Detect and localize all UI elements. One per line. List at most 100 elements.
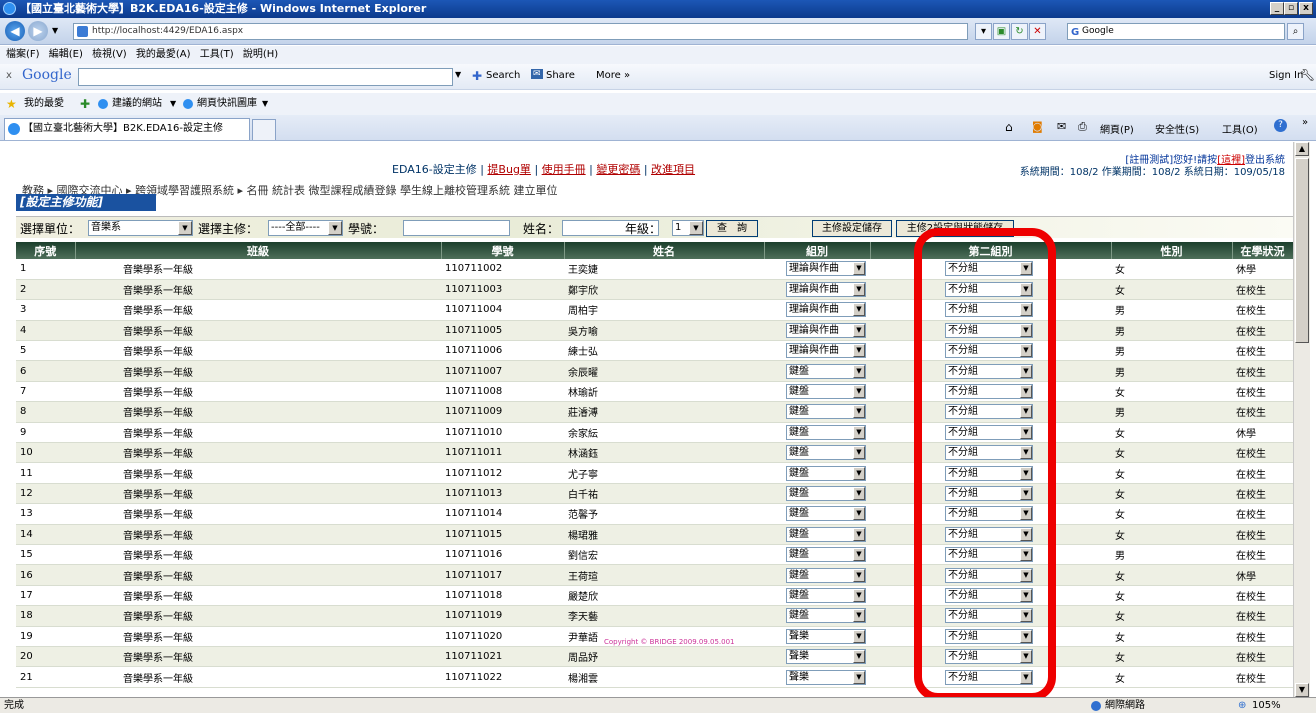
refresh-icon[interactable]: ↻: [1011, 23, 1028, 40]
student-id-input[interactable]: [403, 220, 510, 236]
group-select[interactable]: 鍵盤 ▼: [786, 608, 866, 624]
group-select[interactable]: 聲樂 ▼: [786, 649, 866, 665]
toolbar-close-icon[interactable]: x: [6, 70, 12, 81]
unit-select[interactable]: 音樂系 ▼: [88, 220, 193, 236]
menu-tools[interactable]: 工具(T): [200, 46, 234, 64]
vertical-scrollbar[interactable]: ▲ ▼: [1293, 142, 1310, 697]
home-icon[interactable]: ⌂: [1005, 120, 1013, 134]
web-slice-gallery-link[interactable]: 網頁快訊圖庫: [197, 93, 257, 115]
group-select[interactable]: 鍵盤 ▼: [786, 567, 866, 583]
cell-seq: 6: [16, 360, 75, 382]
menu-view[interactable]: 檢視(V): [92, 46, 127, 64]
forward-arrow-icon[interactable]: ▶: [28, 21, 48, 41]
menu-help[interactable]: 說明(H): [243, 46, 278, 64]
group-select[interactable]: 鍵盤 ▼: [786, 404, 866, 420]
group-select[interactable]: 鍵盤 ▼: [786, 384, 866, 400]
col-header-gender[interactable]: 性別: [1111, 242, 1233, 259]
back-arrow-icon[interactable]: ◀: [5, 21, 25, 41]
group-select[interactable]: 鍵盤 ▼: [786, 485, 866, 501]
group-select[interactable]: 理論與作曲 ▼: [786, 302, 866, 318]
group-select[interactable]: 聲樂 ▼: [786, 628, 866, 644]
chevron-down-icon: ▼: [853, 507, 865, 521]
close-button[interactable]: x: [1299, 2, 1313, 15]
wrench-icon[interactable]: 🔧︎: [1300, 68, 1315, 82]
compat-view-icon[interactable]: ▣: [993, 23, 1010, 40]
group-select[interactable]: 鍵盤 ▼: [786, 465, 866, 481]
table-body: 1 音樂學系一年級 110711002 王奕婕 理論與作曲 ▼ 不分組 ▼ 女休學 2 音樂學系一年…: [16, 259, 1293, 688]
group-select[interactable]: 鍵盤 ▼: [786, 506, 866, 522]
google-search-input[interactable]: [78, 68, 453, 86]
bug-report-link[interactable]: 提Bug單: [487, 163, 531, 176]
group-select[interactable]: 理論與作曲 ▼: [786, 261, 866, 277]
chevron-more-icon[interactable]: »: [1302, 117, 1308, 128]
col-header-group[interactable]: 組別: [764, 242, 871, 259]
col-header-status[interactable]: 在學狀況: [1232, 242, 1293, 259]
menu-file[interactable]: 檔案(F): [6, 46, 40, 64]
col-header-student-id[interactable]: 學號: [441, 242, 565, 259]
url-input[interactable]: http://localhost:4429/EDA16.aspx: [73, 23, 968, 40]
group-select[interactable]: 鍵盤 ▼: [786, 587, 866, 603]
feeds-icon[interactable]: ◙: [1032, 120, 1043, 133]
search-box[interactable]: G Google: [1067, 23, 1285, 40]
sign-in-button[interactable]: Sign In: [1269, 70, 1303, 81]
zoom-level[interactable]: 105%: [1252, 698, 1281, 713]
chevron-down-icon: ▼: [328, 221, 342, 235]
search-icon[interactable]: ⌕: [1287, 23, 1304, 40]
user-manual-link[interactable]: 使用手冊: [542, 163, 586, 176]
grade-select[interactable]: 1 ▼: [672, 220, 704, 236]
help-icon[interactable]: ?: [1274, 119, 1287, 132]
major-select[interactable]: ----全部---- ▼: [268, 220, 343, 236]
gallery-dropdown-icon[interactable]: ▼: [262, 93, 268, 115]
group-select[interactable]: 聲樂 ▼: [786, 669, 866, 685]
scroll-thumb[interactable]: [1295, 158, 1309, 343]
group-select[interactable]: 鍵盤 ▼: [786, 363, 866, 379]
google-dropdown-icon[interactable]: ▼: [455, 70, 465, 82]
safety-menu[interactable]: 安全性(S): [1155, 121, 1199, 136]
suggested-dropdown-icon[interactable]: ▼: [170, 93, 176, 115]
cell-student-id: 110711005: [441, 320, 564, 342]
maximize-button[interactable]: ▫: [1284, 2, 1298, 15]
history-dropdown-icon[interactable]: ▼: [52, 26, 58, 35]
cell-group: 鍵盤 ▼: [764, 401, 870, 423]
tab-active[interactable]: 【國立臺北藝術大學】B2K.EDA16-設定主修: [4, 118, 250, 140]
url-dropdown-icon[interactable]: ▾: [975, 23, 992, 40]
print-icon[interactable]: ⎙: [1078, 120, 1087, 134]
more-button[interactable]: More »: [596, 70, 630, 81]
chevron-down-icon: ▼: [853, 344, 865, 358]
table-row: 16 音樂學系一年級 110711017 王荷瑄 鍵盤 ▼ 不分組 ▼ 女休學: [16, 564, 1293, 586]
stop-icon[interactable]: ✕: [1029, 23, 1046, 40]
new-tab-button[interactable]: [252, 119, 276, 140]
share-button[interactable]: Share: [546, 70, 575, 81]
scroll-down-icon[interactable]: ▼: [1295, 683, 1309, 697]
group-select[interactable]: 鍵盤 ▼: [786, 445, 866, 461]
col-header-name[interactable]: 姓名: [564, 242, 765, 259]
cell-seq: 3: [16, 299, 75, 321]
group-select[interactable]: 鍵盤 ▼: [786, 424, 866, 440]
query-button[interactable]: 查 詢: [706, 220, 758, 237]
menu-favorites[interactable]: 我的最愛(A): [136, 46, 191, 64]
address-bar-row: ◀ ▶ ▼ http://localhost:4429/EDA16.aspx ▾…: [0, 18, 1316, 45]
group-select[interactable]: 理論與作曲 ▼: [786, 322, 866, 338]
group-select[interactable]: 鍵盤 ▼: [786, 547, 866, 563]
col-header-seq[interactable]: 序號: [16, 242, 76, 259]
add-favorite-icon[interactable]: ✚: [80, 93, 90, 115]
page-menu[interactable]: 網頁(P): [1100, 121, 1134, 136]
search-button[interactable]: Search: [486, 70, 520, 81]
col-header-class[interactable]: 班級: [75, 242, 442, 259]
cell-status: 在校生: [1232, 279, 1293, 301]
chevron-down-icon: ▼: [853, 548, 865, 562]
tools-menu[interactable]: 工具(O): [1222, 121, 1258, 136]
improvements-link[interactable]: 改進項目: [651, 163, 695, 176]
suggested-sites-link[interactable]: 建議的網站: [112, 93, 162, 115]
scroll-up-icon[interactable]: ▲: [1295, 142, 1309, 156]
group-select[interactable]: 鍵盤 ▼: [786, 526, 866, 542]
save-major-button[interactable]: 主修設定儲存: [812, 220, 892, 237]
group-select[interactable]: 理論與作曲 ▼: [786, 343, 866, 359]
menu-edit[interactable]: 編輯(E): [49, 46, 83, 64]
minimize-button[interactable]: _: [1270, 2, 1284, 15]
group-select[interactable]: 理論與作曲 ▼: [786, 282, 866, 298]
favorites-button[interactable]: 我的最愛: [24, 93, 64, 115]
cell-name: 周柏宇: [564, 299, 764, 321]
change-password-link[interactable]: 變更密碼: [596, 163, 640, 176]
mail-icon[interactable]: ✉: [1057, 120, 1066, 133]
